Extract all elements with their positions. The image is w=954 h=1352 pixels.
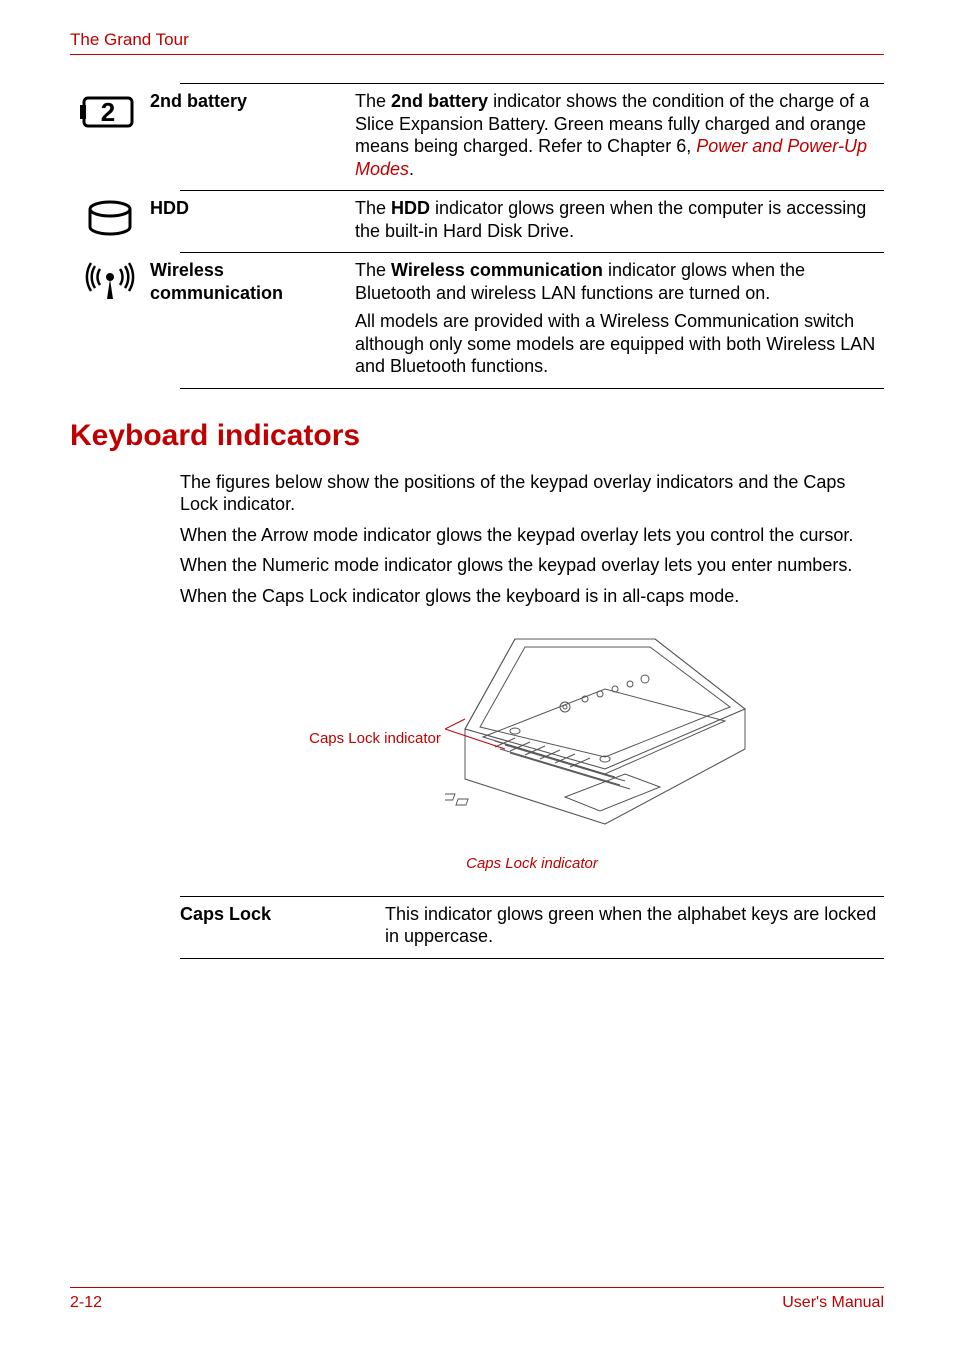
term-2nd-battery: 2nd battery [150,90,355,182]
battery2-icon: 2 [70,90,150,182]
wireless-icon [70,259,150,380]
table-row: Wireless communication The Wireless comm… [180,252,884,389]
indicator-table: 2 2nd battery The 2nd battery indicator … [180,83,884,389]
footer-rule [70,1287,884,1288]
paragraph: When the Numeric mode indicator glows th… [180,554,884,577]
section-heading: Keyboard indicators [70,419,884,453]
text: . [409,159,414,179]
running-header: The Grand Tour [70,30,884,83]
text: The [355,198,391,218]
text: indicator glows green when the computer … [355,198,866,241]
figure-callout: Caps Lock indicator [309,730,441,749]
bold-text: Wireless communication [391,260,603,280]
desc-caps-lock: This indicator glows green when the alph… [385,903,884,950]
bold-text: 2nd battery [391,91,488,111]
paragraph: The figures below show the positions of … [180,471,884,516]
table-row: Caps Lock This indicator glows green whe… [180,896,884,959]
figure-caption: Caps Lock indicator [180,855,884,874]
figure-block: Caps Lock indicator [180,615,884,896]
manual-label: User's Manual [782,1294,884,1312]
term-hdd: HDD [150,197,355,244]
text: The [355,260,391,280]
laptop-illustration [445,629,755,849]
page-footer: 2-12 User's Manual [70,1287,884,1312]
desc-wireless: The Wireless communication indicator glo… [355,259,884,380]
svg-text:2: 2 [101,97,115,127]
table-row: 2 2nd battery The 2nd battery indicator … [180,83,884,190]
caps-lock-table: Caps Lock This indicator glows green whe… [180,896,884,959]
text: All models are provided with a Wireless … [355,310,884,378]
hdd-icon [70,197,150,244]
desc-2nd-battery: The 2nd battery indicator shows the cond… [355,90,884,182]
body-text: The figures below show the positions of … [180,471,884,616]
header-title: The Grand Tour [70,30,884,50]
term-wireless: Wireless communication [150,259,355,380]
text: This indicator glows green when the alph… [385,903,884,948]
paragraph: When the Arrow mode indicator glows the … [180,524,884,547]
term-caps-lock: Caps Lock [180,903,385,950]
header-rule [70,54,884,55]
text: The [355,91,391,111]
paragraph: When the Caps Lock indicator glows the k… [180,585,884,608]
desc-hdd: The HDD indicator glows green when the c… [355,197,884,244]
table-row: HDD The HDD indicator glows green when t… [180,190,884,252]
bold-text: HDD [391,198,430,218]
page-number: 2-12 [70,1294,102,1312]
